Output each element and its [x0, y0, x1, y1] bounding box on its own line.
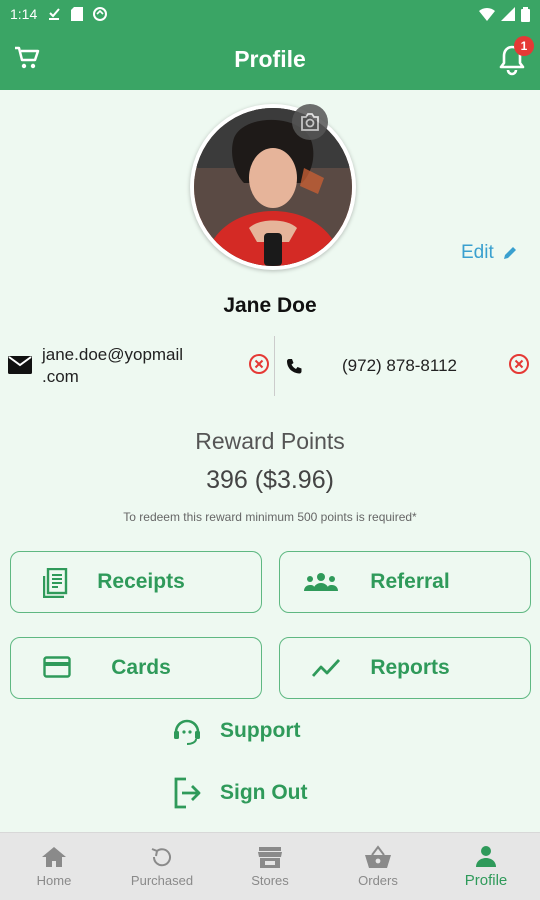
- signal-icon: [501, 7, 515, 21]
- nav-profile[interactable]: Profile: [432, 833, 540, 900]
- sync-icon: [93, 7, 108, 21]
- email-line-1: jane.doe@yopmail: [42, 345, 184, 364]
- reward-points-label: Reward Points: [195, 428, 345, 454]
- nav-home[interactable]: Home: [0, 833, 108, 900]
- reports-button[interactable]: Reports: [279, 637, 531, 699]
- nav-profile-label: Profile: [464, 872, 508, 889]
- support-agent-icon: [174, 719, 200, 745]
- remove-email-button[interactable]: [248, 353, 270, 375]
- remove-circle-icon: [249, 354, 269, 374]
- bottom-navigation: Home Purchased Stores Orders Profile: [0, 832, 540, 900]
- phone-icon: [287, 359, 302, 374]
- email-line-2: .com: [42, 367, 79, 386]
- home-icon: [42, 847, 66, 867]
- mail-icon: [8, 356, 32, 374]
- status-bar: 1:14: [0, 0, 540, 28]
- nav-purchased[interactable]: Purchased: [108, 833, 216, 900]
- nav-stores[interactable]: Stores: [216, 833, 324, 900]
- notifications-button[interactable]: 1: [498, 36, 534, 81]
- referral-button[interactable]: Referral: [279, 551, 531, 613]
- remove-circle-icon: [509, 354, 529, 374]
- change-photo-button[interactable]: [292, 104, 328, 140]
- nav-home-label: Home: [36, 873, 72, 888]
- page-title: Profile: [234, 45, 306, 72]
- cards-button[interactable]: Cards: [10, 637, 262, 699]
- nav-orders-label: Orders: [358, 873, 398, 888]
- history-icon: [151, 848, 171, 867]
- receipt-icon: [43, 568, 68, 598]
- avatar-photo: [194, 108, 352, 266]
- notification-badge: 1: [514, 36, 534, 56]
- email-row: jane.doe@yopmail .com: [8, 336, 270, 396]
- reward-points-note: To redeem this reward minimum 500 points…: [123, 510, 417, 524]
- sign-out-label: Sign Out: [220, 781, 308, 804]
- avatar-frame: [190, 104, 356, 270]
- group-icon: [304, 573, 338, 591]
- remove-phone-button[interactable]: [508, 353, 530, 375]
- status-time: 1:14: [10, 6, 38, 22]
- logout-icon: [174, 777, 201, 809]
- pencil-icon: [503, 247, 516, 259]
- cart-icon: [15, 46, 40, 69]
- contact-divider: [274, 336, 275, 396]
- avatar: [194, 108, 352, 266]
- email-text: jane.doe@yopmail .com: [42, 344, 183, 388]
- phone-text: (972) 878-8112: [342, 356, 457, 375]
- receipts-button[interactable]: Receipts: [10, 551, 262, 613]
- app-bar: Profile 1: [0, 28, 540, 90]
- battery-icon: [521, 6, 530, 22]
- support-link[interactable]: Support: [172, 716, 300, 746]
- reward-points-value: 396 ($3.96): [206, 466, 334, 494]
- support-label: Support: [220, 719, 301, 742]
- nav-stores-label: Stores: [251, 873, 289, 888]
- basket-icon: [365, 845, 391, 868]
- phone-row: (972) 878-8112: [286, 336, 486, 396]
- credit-card-icon: [43, 656, 71, 678]
- nav-purchased-label: Purchased: [130, 873, 194, 888]
- camera-icon: [301, 113, 319, 131]
- wifi-icon: [479, 8, 495, 21]
- user-name: Jane Doe: [223, 294, 317, 317]
- store-icon: [258, 847, 282, 868]
- checkbox-icon: [49, 8, 61, 20]
- cart-button[interactable]: [14, 46, 40, 75]
- person-icon: [476, 846, 496, 867]
- sign-out-link[interactable]: Sign Out: [172, 777, 308, 809]
- edit-profile-button[interactable]: Edit: [461, 242, 518, 264]
- trending-chart-icon: [312, 659, 340, 677]
- edit-label: Edit: [461, 242, 494, 263]
- sd-card-icon: [71, 7, 84, 21]
- nav-orders[interactable]: Orders: [324, 833, 432, 900]
